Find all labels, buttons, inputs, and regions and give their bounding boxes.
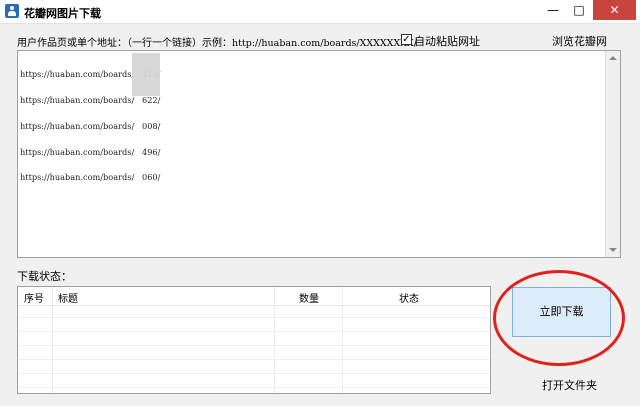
open-folder-button[interactable]: 打开文件夹 xyxy=(542,377,597,393)
auto-paste-label[interactable]: 自动粘贴网址 xyxy=(414,33,480,49)
auto-paste-checkbox[interactable]: ✓ xyxy=(401,34,412,45)
col-header-index[interactable]: 序号 xyxy=(24,290,44,305)
redaction-mask xyxy=(132,53,160,96)
maximize-button[interactable]: □ xyxy=(566,0,592,20)
app-icon xyxy=(5,4,19,18)
url-example-text: http://huaban.com/boards/XXXXXXXX/ xyxy=(232,38,417,49)
column-divider xyxy=(274,287,275,393)
textarea-scrollbar[interactable] xyxy=(605,51,620,257)
browse-huaban-link[interactable]: 浏览花瓣网 xyxy=(552,33,607,49)
minimize-button[interactable]: — xyxy=(540,0,566,20)
col-header-count[interactable]: 数量 xyxy=(299,290,319,305)
row-divider xyxy=(18,345,490,346)
scroll-up-icon[interactable] xyxy=(609,56,617,60)
column-divider xyxy=(490,287,491,393)
download-status-label: 下载状态： xyxy=(17,270,72,283)
table-header: 序号 标题 数量 状态 xyxy=(18,287,490,306)
column-divider xyxy=(342,287,343,393)
close-button[interactable]: ✕ xyxy=(593,0,636,20)
status-table[interactable]: 序号 标题 数量 状态 xyxy=(17,286,491,394)
row-divider xyxy=(18,359,490,360)
row-divider xyxy=(18,387,490,388)
url-line: https://huaban.com/boards/ 622/ xyxy=(20,94,161,105)
url-label-text: 用户作品页或单个地址：（一行一个链接）示例： xyxy=(17,38,232,49)
row-divider xyxy=(18,317,490,318)
row-divider xyxy=(18,373,490,374)
url-line: https://huaban.com/boards/ 008/ xyxy=(20,120,161,131)
scroll-down-icon[interactable] xyxy=(609,248,617,252)
download-now-button[interactable]: 立即下载 xyxy=(512,287,611,337)
col-header-status[interactable]: 状态 xyxy=(399,290,419,305)
url-textarea[interactable]: https://huaban.com/boards/ 413/ https://… xyxy=(17,50,621,258)
window-title: 花瓣网图片下载 xyxy=(24,7,101,20)
col-header-title[interactable]: 标题 xyxy=(58,290,78,305)
url-input-label: 用户作品页或单个地址：（一行一个链接）示例：http://huaban.com/… xyxy=(17,34,417,49)
title-bar: 花瓣网图片下载 — □ ✕ xyxy=(0,0,640,24)
column-divider xyxy=(52,287,53,393)
row-divider xyxy=(18,331,490,332)
url-line: https://huaban.com/boards/ 496/ xyxy=(20,146,161,157)
url-line: https://huaban.com/boards/ 060/ xyxy=(20,172,161,183)
